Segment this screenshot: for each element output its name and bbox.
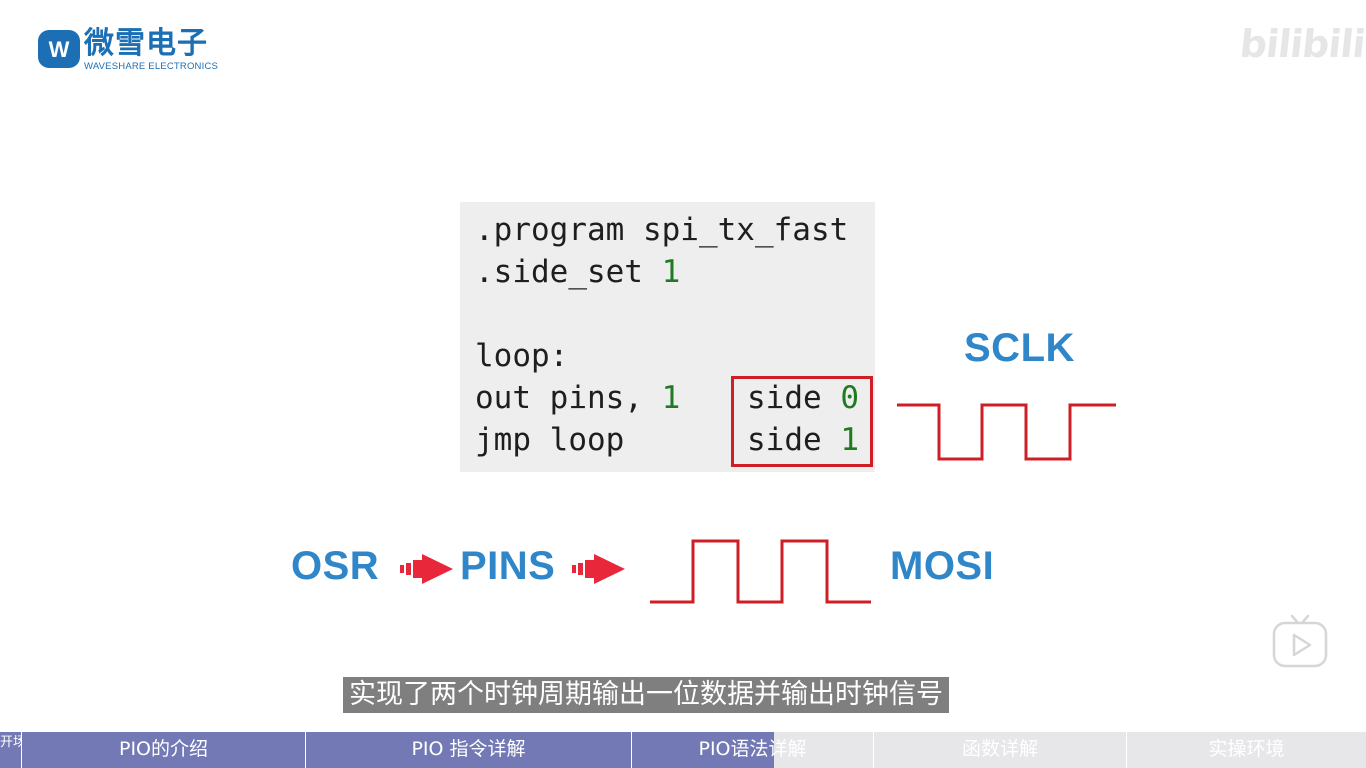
code-line: loop: xyxy=(475,336,568,376)
side-set-highlight-box xyxy=(731,376,873,467)
sclk-label: SCLK xyxy=(964,326,1075,370)
code-text: .side_set xyxy=(475,254,662,290)
sclk-waveform xyxy=(897,403,1116,461)
chapter-intro[interactable]: 开场 xyxy=(0,732,22,768)
logo-name-cn: 微雪电子 xyxy=(84,25,208,61)
code-line: jmp loop xyxy=(475,420,624,460)
logo-name-en: WAVESHARE ELECTRONICS xyxy=(84,60,219,72)
chapter-progress-bar[interactable]: 开场 PIO的介绍 PIO 指令详解 PIO语法详解 函数详解 实操环境 xyxy=(0,732,1366,768)
arrow-right-icon xyxy=(400,554,453,584)
code-number: 1 xyxy=(661,254,681,290)
code-text: jmp loop xyxy=(475,422,625,458)
osr-label: OSR xyxy=(291,544,380,588)
chapter-functions[interactable]: 函数详解 xyxy=(874,732,1127,768)
chapter-pio-intro[interactable]: PIO的介绍 xyxy=(22,732,306,768)
code-text: .program spi_tx_fast xyxy=(475,212,849,248)
code-line: .side_set 1 xyxy=(475,252,680,292)
chapter-pio-syntax-label: PIO语法详解 xyxy=(698,738,807,760)
code-line: .program spi_tx_fast xyxy=(475,210,848,250)
code-number: 1 xyxy=(661,380,681,416)
pins-label: PINS xyxy=(460,544,556,588)
chapter-pio-instructions[interactable]: PIO 指令详解 xyxy=(306,732,632,768)
code-text: out pins, xyxy=(475,380,662,416)
mosi-label: MOSI xyxy=(890,544,995,588)
chapter-pio-syntax[interactable]: PIO语法详解 xyxy=(632,732,874,768)
waveshare-logo: W 微雪电子 WAVESHARE ELECTRONICS xyxy=(38,26,218,72)
code-text: loop: xyxy=(475,338,569,374)
bilibili-watermark: bilibili xyxy=(1237,22,1366,66)
logo-mark-letter: W xyxy=(49,37,70,62)
waveshare-logo-icon: W xyxy=(38,30,80,68)
arrow-right-icon xyxy=(572,554,625,584)
subtitle-caption: 实现了两个时钟周期输出一位数据并输出时钟信号 xyxy=(343,677,949,713)
mosi-waveform xyxy=(650,539,871,604)
code-line: out pins, 1 xyxy=(475,378,680,418)
play-icon[interactable] xyxy=(1272,614,1328,668)
chapter-practice-env[interactable]: 实操环境 xyxy=(1127,732,1366,768)
